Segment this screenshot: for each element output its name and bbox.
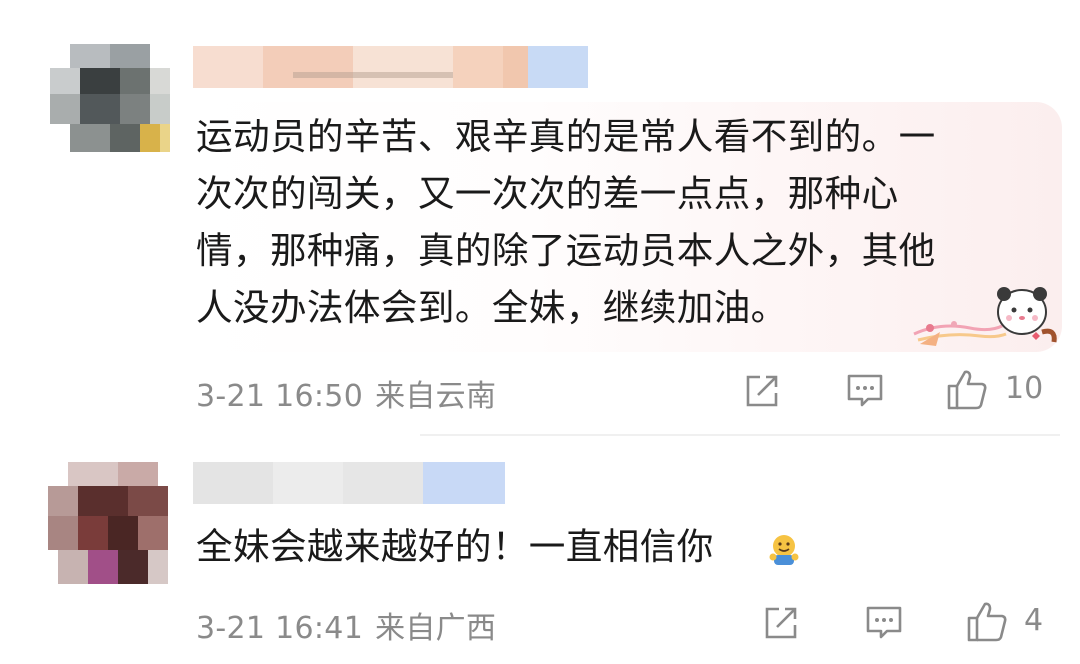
like-count: 10 <box>1005 371 1044 406</box>
avatar[interactable] <box>48 462 168 584</box>
comment-time: 3-21 16:50 <box>196 379 364 414</box>
comment-text-line: 次次的闯关，又一次次的差一点点，那种心 <box>196 172 899 215</box>
comment-text: 运动员的辛苦、艰辛真的是常人看不到的。一 次次的闯关，又一次次的差一点点，那种心… <box>196 108 1016 336</box>
comment-text-line: 运动员的辛苦、艰辛真的是常人看不到的。一 <box>196 115 936 158</box>
comment-location: 来自云南 <box>375 379 497 414</box>
avatar[interactable] <box>50 44 170 154</box>
comment-text-line: 人没办法体会到。全妹，继续加油。 <box>196 286 788 329</box>
username[interactable] <box>193 462 505 504</box>
share-icon <box>746 375 778 407</box>
thumbs-up-icon <box>967 602 1007 642</box>
like-count: 4 <box>1024 603 1044 638</box>
comment-time: 3-21 16:41 <box>196 611 364 646</box>
divider <box>420 434 1060 436</box>
share-button[interactable] <box>744 373 780 409</box>
comment-meta: 3-21 16:41 来自广西 <box>196 603 496 647</box>
share-button[interactable] <box>763 605 799 641</box>
share-icon <box>765 607 797 639</box>
like-button[interactable] <box>946 368 988 410</box>
comment-meta: 3-21 16:50 来自云南 <box>196 371 496 415</box>
hug-emoji-icon <box>769 535 799 565</box>
comment-text-line: 情，那种痛，真的除了运动员本人之外，其他 <box>196 229 936 272</box>
panda-sticker-icon <box>913 287 1057 346</box>
comment-icon <box>847 374 883 407</box>
comment-icon <box>866 606 902 639</box>
like-button[interactable] <box>966 600 1008 642</box>
username[interactable] <box>193 46 588 88</box>
thumbs-up-icon <box>947 370 987 410</box>
comment-location: 来自广西 <box>375 611 497 646</box>
reply-button[interactable] <box>865 605 903 641</box>
reply-button[interactable] <box>846 373 884 409</box>
comment-text: 全妹会越来越好的！一直相信你 <box>196 525 714 568</box>
